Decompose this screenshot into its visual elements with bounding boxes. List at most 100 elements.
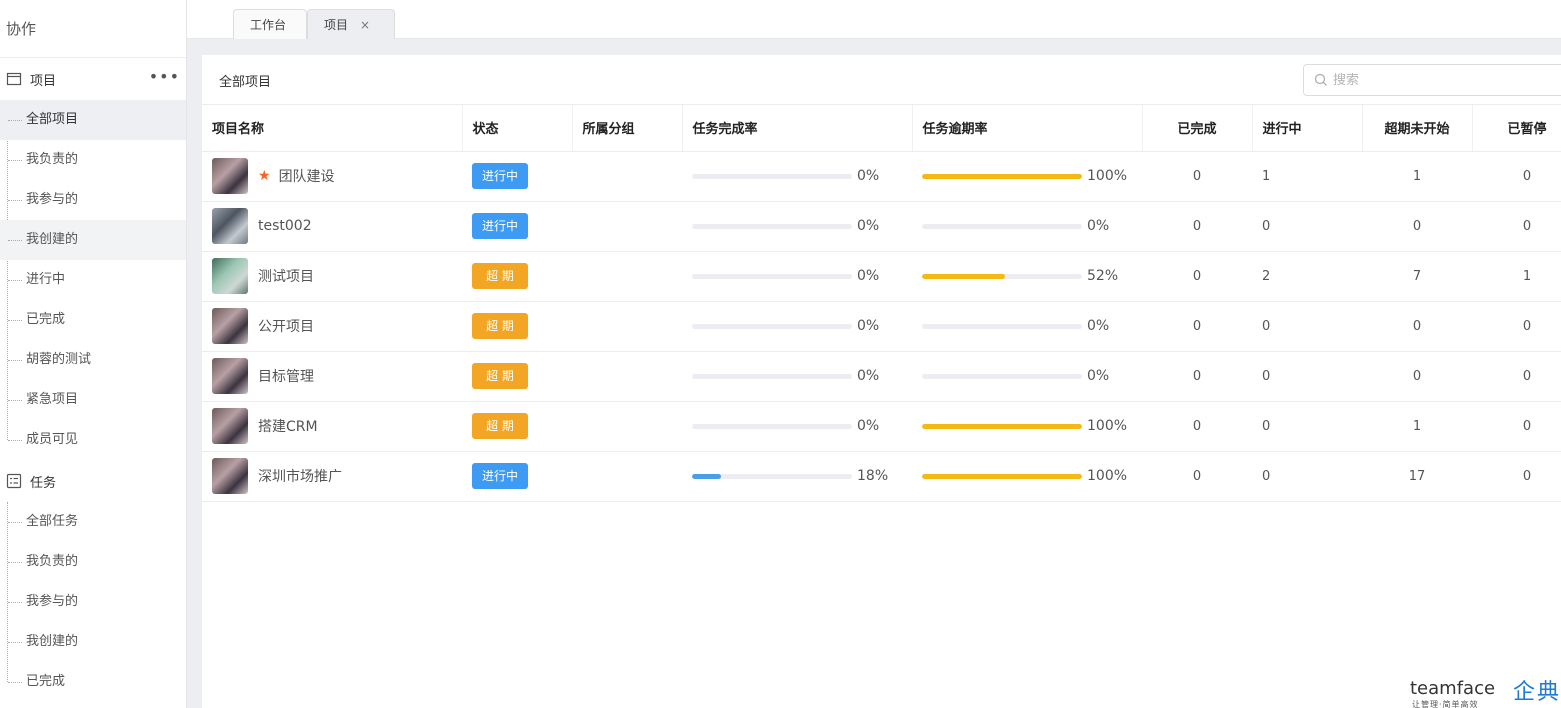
- cell-status: 超 期: [462, 351, 572, 402]
- project-name-wrap: 搭建CRM: [212, 408, 462, 444]
- page-title: 全部项目: [219, 75, 272, 90]
- folder-icon: [6, 71, 22, 87]
- cell-name[interactable]: 搭建CRM: [202, 401, 462, 452]
- sidebar-item-task-created[interactable]: 我创建的: [0, 622, 186, 662]
- table-row[interactable]: 测试项目 超 期 0% 52% 0 2 7 1: [202, 251, 1561, 302]
- more-options-icon[interactable]: •••: [149, 69, 180, 85]
- sidebar-item-task-participated[interactable]: 我参与的: [0, 582, 186, 622]
- cell-overdue: 100%: [912, 151, 1142, 202]
- sidebar-item-member-visible[interactable]: 成员可见: [0, 420, 186, 460]
- project-name[interactable]: 深圳市场推广: [258, 466, 342, 486]
- col-header-completion[interactable]: 任务完成率: [682, 105, 913, 152]
- cell-name[interactable]: test002: [202, 201, 462, 252]
- sidebar-section-label: 任务: [30, 475, 57, 491]
- sidebar-section-tasks[interactable]: 任务: [0, 460, 186, 502]
- completion-bar-wrap: 0%: [692, 418, 912, 434]
- sidebar-item-my-created[interactable]: 我创建的: [0, 220, 186, 260]
- cell-overdue-not-started: 7: [1362, 251, 1472, 302]
- cell-name[interactable]: 深圳市场推广: [202, 451, 462, 502]
- cell-overdue: 0%: [912, 201, 1142, 252]
- cell-done: 0: [1142, 401, 1252, 452]
- sidebar-item-my-participated[interactable]: 我参与的: [0, 180, 186, 220]
- project-name[interactable]: 测试项目: [258, 266, 314, 286]
- completion-bar-wrap: 18%: [692, 468, 912, 484]
- cell-overdue: 0%: [912, 301, 1142, 352]
- project-name-wrap: 测试项目: [212, 258, 462, 294]
- cell-paused: 0: [1472, 151, 1561, 202]
- tab-label: 项目: [324, 18, 349, 32]
- sidebar-item-task-responsible[interactable]: 我负责的: [0, 542, 186, 582]
- cell-status: 进行中: [462, 201, 572, 252]
- sidebar-item-hurong-test[interactable]: 胡蓉的测试: [0, 340, 186, 380]
- cell-done: 0: [1142, 251, 1252, 302]
- panel-header: 全部项目: [202, 55, 1561, 105]
- sidebar-item-all-tasks[interactable]: 全部任务: [0, 502, 186, 542]
- sidebar-item-my-responsible[interactable]: 我负责的: [0, 140, 186, 180]
- status-badge: 超 期: [472, 413, 528, 439]
- cell-done: 0: [1142, 201, 1252, 252]
- table-row[interactable]: test002 进行中 0% 0% 0 0 0 0: [202, 201, 1561, 252]
- project-name[interactable]: test002: [258, 218, 312, 234]
- sidebar-section-projects[interactable]: 项目 •••: [0, 58, 186, 100]
- sidebar-item-urgent[interactable]: 紧急项目: [0, 380, 186, 420]
- tab-workbench[interactable]: 工作台: [233, 9, 307, 39]
- cell-ongoing: 0: [1252, 351, 1362, 402]
- sidebar-item-all-projects[interactable]: 全部项目: [0, 100, 186, 140]
- cell-ongoing: 2: [1252, 251, 1362, 302]
- col-header-overdue[interactable]: 任务逾期率: [912, 105, 1143, 152]
- table-row[interactable]: 公开项目超 期 0% 0% 0 0 0 0: [202, 301, 1561, 352]
- cell-status: 超 期: [462, 301, 572, 352]
- overdue-progress-fill: [922, 273, 1006, 279]
- overdue-progress-bar: [922, 173, 1082, 179]
- logo-slogan: 让管理·简单高效: [1412, 700, 1479, 708]
- search-input[interactable]: [1333, 72, 1533, 88]
- overdue-progress-fill: [922, 473, 1082, 479]
- sidebar-item-completed[interactable]: 已完成: [0, 300, 186, 340]
- cell-name[interactable]: ★ 团队建设: [202, 151, 462, 202]
- project-thumbnail: [212, 308, 248, 344]
- col-header-group[interactable]: 所属分组: [572, 105, 683, 152]
- overdue-percent: 52%: [1087, 268, 1119, 284]
- sidebar-item-in-progress[interactable]: 进行中: [0, 260, 186, 300]
- completion-progress-bar: [692, 373, 852, 379]
- tab-projects[interactable]: 项目 ×: [307, 9, 395, 39]
- cell-name[interactable]: 目标管理: [202, 351, 462, 402]
- col-header-ongoing[interactable]: 进行中: [1252, 105, 1363, 152]
- table-row[interactable]: 深圳市场推广 进行中 18% 100% 0 0 17 0: [202, 451, 1561, 502]
- project-thumbnail: [212, 358, 248, 394]
- completion-percent: 18%: [857, 468, 889, 484]
- overdue-bar-wrap: 52%: [922, 268, 1142, 284]
- projects-table: 项目名称 状态 所属分组 任务完成率 任务逾期率 已完成 进行中 超期未开始 已…: [202, 105, 1561, 502]
- col-header-name[interactable]: 项目名称: [202, 105, 463, 152]
- cell-name[interactable]: 公开项目: [202, 301, 462, 352]
- table-row[interactable]: 目标管理超 期 0% 0% 0 0 0 0: [202, 351, 1561, 402]
- sidebar-section-label: 项目: [30, 73, 57, 89]
- completion-bar-wrap: 0%: [692, 168, 912, 184]
- teamface-logo: teamface 让管理·简单高效 企典: [1410, 680, 1561, 708]
- project-name[interactable]: 目标管理: [258, 366, 314, 386]
- project-name-wrap: ★ 团队建设: [212, 158, 462, 194]
- cell-paused: 0: [1472, 451, 1561, 502]
- completion-bar-wrap: 0%: [692, 268, 912, 284]
- search-box[interactable]: [1303, 64, 1561, 96]
- col-header-status[interactable]: 状态: [462, 105, 573, 152]
- completion-bar-wrap: 0%: [692, 218, 912, 234]
- cell-name[interactable]: 测试项目: [202, 251, 462, 302]
- project-thumbnail: [212, 458, 248, 494]
- col-header-paused[interactable]: 已暂停: [1472, 105, 1561, 152]
- sidebar-item-task-completed[interactable]: 已完成: [0, 662, 186, 702]
- project-name[interactable]: 公开项目: [258, 316, 314, 336]
- cell-ongoing: 0: [1252, 451, 1362, 502]
- star-icon[interactable]: ★: [258, 168, 271, 184]
- overdue-progress-bar: [922, 273, 1082, 279]
- col-header-overdue-not-started[interactable]: 超期未开始: [1362, 105, 1473, 152]
- close-icon[interactable]: ×: [360, 18, 370, 32]
- completion-percent: 0%: [857, 418, 880, 434]
- project-name-wrap: test002: [212, 208, 462, 244]
- project-name[interactable]: 搭建CRM: [258, 416, 318, 436]
- col-header-done[interactable]: 已完成: [1142, 105, 1253, 152]
- table-row[interactable]: 搭建CRM 超 期 0% 100% 0 0 1 0: [202, 401, 1561, 452]
- cell-group: [572, 301, 682, 352]
- table-row[interactable]: ★ 团队建设 进行中 0% 100% 0 1 1 0: [202, 151, 1561, 202]
- project-name[interactable]: 团队建设: [279, 166, 335, 186]
